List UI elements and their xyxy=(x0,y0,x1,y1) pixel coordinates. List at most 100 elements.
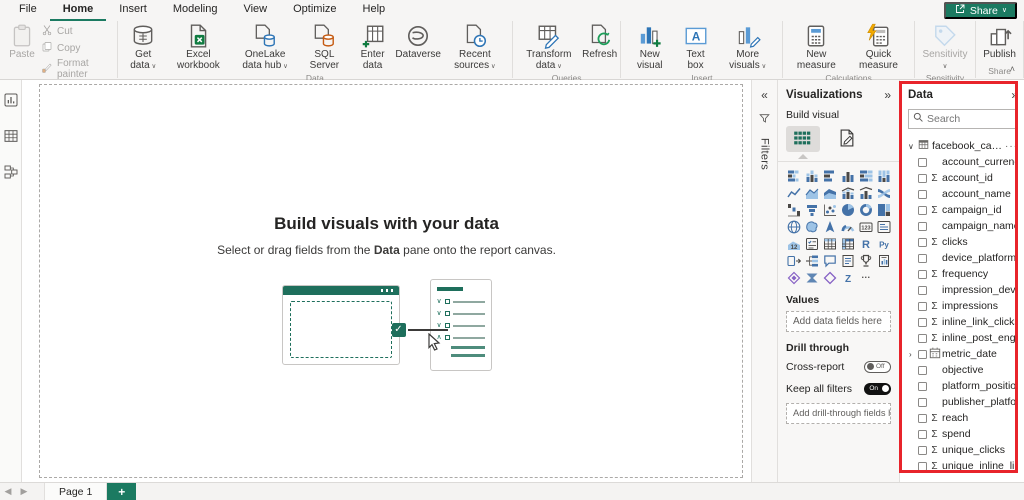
share-button[interactable]: Share ∨ xyxy=(944,2,1017,19)
new-page-button[interactable]: + xyxy=(107,483,136,500)
field-checkbox[interactable] xyxy=(918,270,927,279)
expand-filters-icon[interactable]: « xyxy=(761,88,768,102)
collapse-visualizations-icon[interactable]: » xyxy=(884,88,891,102)
multi-row-card-icon[interactable] xyxy=(876,219,892,235)
100-stacked-bar-chart-icon[interactable] xyxy=(858,168,874,184)
metrics-icon[interactable] xyxy=(858,253,874,269)
ribbon-refresh-button[interactable]: Refresh xyxy=(582,22,617,61)
donut-chart-icon[interactable] xyxy=(858,202,874,218)
matrix-icon[interactable] xyxy=(840,236,856,252)
field-row-unique_clicks[interactable]: Σunique_clicks xyxy=(908,442,1018,458)
line-chart-icon[interactable] xyxy=(786,185,802,201)
field-row-reach[interactable]: Σreach xyxy=(908,410,1018,426)
chevron-expanded-icon[interactable]: ∨ xyxy=(908,142,918,151)
field-checkbox[interactable] xyxy=(918,302,927,311)
field-row-account_id[interactable]: Σaccount_id xyxy=(908,170,1018,186)
filters-pane-label[interactable]: Filters xyxy=(759,138,771,170)
menu-item-file[interactable]: File xyxy=(6,0,50,21)
qa-visual-icon[interactable] xyxy=(822,253,838,269)
collapse-ribbon-icon[interactable]: ˄ xyxy=(1010,64,1015,74)
field-row-publisher_platfor[interactable]: publisher_platfor... xyxy=(908,394,1018,410)
field-row-frequency[interactable]: Σfrequency xyxy=(908,266,1018,282)
field-checkbox[interactable] xyxy=(918,158,927,167)
field-row-inline_link_clicks[interactable]: Σinline_link_clicks xyxy=(908,314,1018,330)
decomposition-tree-icon[interactable] xyxy=(804,253,820,269)
ribbon-text-box-button[interactable]: AText box xyxy=(675,22,716,72)
more-options-icon[interactable]: ··· xyxy=(1005,141,1018,152)
chevron-collapsed-icon[interactable]: › xyxy=(909,350,918,359)
field-checkbox[interactable] xyxy=(918,382,927,391)
smart-narrative-icon[interactable] xyxy=(840,253,856,269)
field-row-unique_inline_lin[interactable]: Σunique_inline_lin... xyxy=(908,458,1018,474)
menu-item-home[interactable]: Home xyxy=(50,0,107,21)
report-view-icon[interactable] xyxy=(3,92,19,108)
table-view-icon[interactable] xyxy=(3,128,19,144)
waterfall-chart-icon[interactable] xyxy=(786,202,802,218)
field-row-campaign_name[interactable]: campaign_name xyxy=(908,218,1018,234)
kpi-icon[interactable]: 12 xyxy=(786,236,802,252)
funnel-chart-icon[interactable] xyxy=(804,202,820,218)
ribbon-quick-measure-button[interactable]: Quick measure xyxy=(846,22,910,72)
field-row-device_platform[interactable]: device_platform xyxy=(908,250,1018,266)
cross-report-toggle[interactable]: Off xyxy=(864,361,891,373)
data-search-box[interactable] xyxy=(908,109,1018,129)
partner-visual-icon[interactable]: Z xyxy=(840,270,856,286)
field-row-platform_position[interactable]: platform_position xyxy=(908,378,1018,394)
field-checkbox[interactable] xyxy=(918,190,927,199)
table-row[interactable]: ∨facebook_campaign...··· xyxy=(908,138,1018,154)
search-input[interactable] xyxy=(927,113,1007,125)
ribbon-excel-workbook-button[interactable]: Excel workbook xyxy=(166,22,231,72)
previous-page-icon[interactable]: ◀ xyxy=(0,486,16,497)
power-apps-icon[interactable] xyxy=(786,270,802,286)
field-row-clicks[interactable]: Σclicks xyxy=(908,234,1018,250)
card-icon[interactable]: 123 xyxy=(858,219,874,235)
tab-format-visual[interactable] xyxy=(830,126,864,152)
field-checkbox[interactable] xyxy=(918,254,927,263)
r-script-visual-icon[interactable]: R xyxy=(858,236,874,252)
field-row-impressions[interactable]: Σimpressions xyxy=(908,298,1018,314)
menu-item-insert[interactable]: Insert xyxy=(106,0,160,21)
field-checkbox[interactable] xyxy=(918,318,927,327)
field-checkbox[interactable] xyxy=(918,446,927,455)
stacked-bar-chart-icon[interactable] xyxy=(786,168,802,184)
ribbon-sql-server-button[interactable]: SQL Server xyxy=(299,22,350,72)
tab-build-visual[interactable] xyxy=(786,126,820,152)
filled-map-icon[interactable] xyxy=(804,219,820,235)
model-view-icon[interactable] xyxy=(3,164,19,180)
drill-through-field-well[interactable]: Add drill-through fields here xyxy=(786,403,891,424)
ribbon-onelake-data-hub-button[interactable]: OneLake data hub ∨ xyxy=(231,22,299,72)
field-checkbox[interactable] xyxy=(918,174,927,183)
values-field-well[interactable]: Add data fields here xyxy=(786,311,891,332)
table-icon[interactable] xyxy=(822,236,838,252)
menu-item-optimize[interactable]: Optimize xyxy=(280,0,349,21)
field-checkbox[interactable] xyxy=(918,222,927,231)
field-checkbox[interactable] xyxy=(918,430,927,439)
collapse-data-pane-icon[interactable]: » xyxy=(1011,88,1018,102)
field-checkbox[interactable] xyxy=(918,334,927,343)
key-influencers-icon[interactable] xyxy=(786,253,802,269)
menu-item-view[interactable]: View xyxy=(230,0,280,21)
field-checkbox[interactable] xyxy=(918,206,927,215)
ribbon-enter-data-button[interactable]: Enter data xyxy=(350,22,396,72)
slicer-icon[interactable] xyxy=(804,236,820,252)
stacked-column-chart-icon[interactable] xyxy=(804,168,820,184)
arcgis-map-icon[interactable] xyxy=(822,270,838,286)
gauge-icon[interactable] xyxy=(840,219,856,235)
field-row-account_currency[interactable]: account_currency xyxy=(908,154,1018,170)
get-more-visuals-icon[interactable]: ··· xyxy=(858,270,874,286)
scatter-chart-icon[interactable] xyxy=(822,202,838,218)
ribbon-recent-sources-button[interactable]: Recent sources ∨ xyxy=(441,22,509,72)
menu-item-modeling[interactable]: Modeling xyxy=(160,0,231,21)
field-row-campaign_id[interactable]: Σcampaign_id xyxy=(908,202,1018,218)
field-row-spend[interactable]: Σspend xyxy=(908,426,1018,442)
map-icon[interactable] xyxy=(786,219,802,235)
python-visual-icon[interactable]: Py xyxy=(876,236,892,252)
field-checkbox[interactable] xyxy=(918,286,927,295)
keep-all-filters-toggle[interactable]: On xyxy=(864,383,891,395)
menu-item-help[interactable]: Help xyxy=(350,0,399,21)
pie-chart-icon[interactable] xyxy=(840,202,856,218)
page-tab[interactable]: Page 1 xyxy=(44,483,107,500)
paginated-report-icon[interactable] xyxy=(876,253,892,269)
field-row-objective[interactable]: objective xyxy=(908,362,1018,378)
next-page-icon[interactable]: ▶ xyxy=(16,486,32,497)
